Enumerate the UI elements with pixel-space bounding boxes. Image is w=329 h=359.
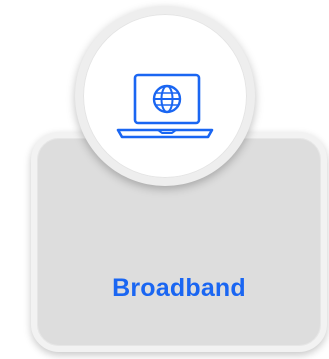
icon-badge — [75, 6, 255, 186]
tile-label: Broadband — [112, 274, 246, 302]
laptop-globe-icon — [116, 73, 214, 139]
icon-badge-inner — [83, 14, 247, 178]
broadband-tile[interactable]: Broadband — [0, 0, 329, 359]
